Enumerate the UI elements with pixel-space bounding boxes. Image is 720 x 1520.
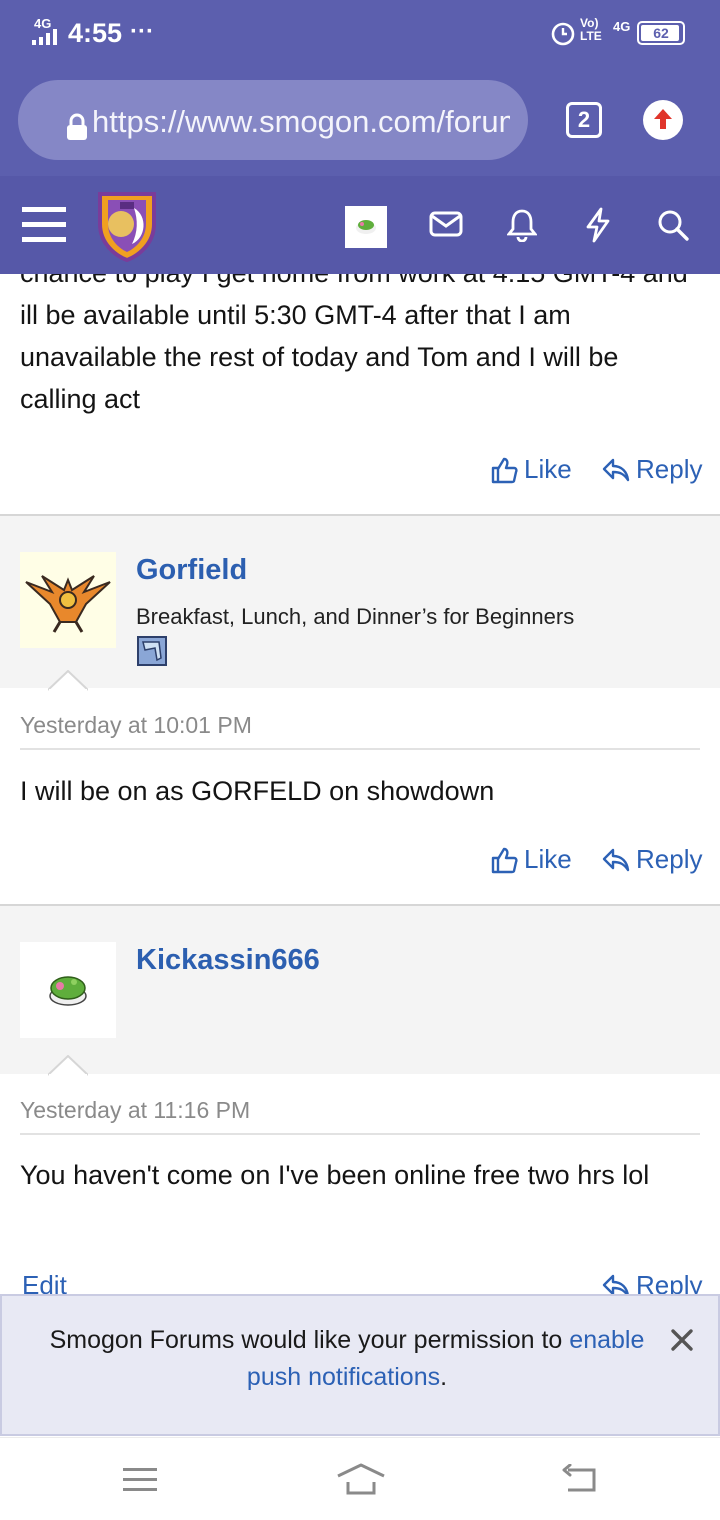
user-avatar[interactable]	[20, 942, 116, 1038]
like-label: Like	[524, 844, 572, 874]
reply-arrow-icon	[602, 458, 630, 481]
back-icon[interactable]	[562, 1464, 598, 1494]
volte-indicator: Vo) LTE	[580, 16, 602, 43]
post-divider	[20, 748, 700, 750]
browser-toolbar: https://www.smogon.com/forums/threads/ 2	[0, 68, 720, 176]
status-bar: 4G 4:55 ··· Vo) LTE 4G 62	[0, 0, 720, 68]
home-icon[interactable]	[336, 1462, 386, 1496]
user-avatar-mini[interactable]	[345, 206, 387, 248]
whats-new-bolt-icon[interactable]	[584, 207, 612, 243]
address-bar[interactable]: https://www.smogon.com/forums/threads/	[18, 80, 528, 160]
post-pointer	[48, 1055, 88, 1077]
recent-apps-icon[interactable]	[123, 1467, 157, 1493]
talonflame-avatar-icon	[25, 575, 111, 633]
post-user-header: Kickassin666	[0, 904, 720, 1074]
search-icon[interactable]	[656, 208, 690, 242]
post-username[interactable]: Gorfield	[136, 554, 247, 587]
shaymin-avatar-icon	[356, 220, 376, 234]
push-notification-message: Smogon Forums would like your permission…	[49, 1326, 645, 1391]
battery-icon: 62	[637, 21, 685, 45]
hamburger-menu-icon[interactable]	[22, 207, 66, 243]
thread-content: chance to play I get home from work at 4…	[0, 274, 720, 1437]
smogon-logo[interactable]	[94, 188, 160, 262]
post-user-header: Gorfield Breakfast, Lunch, and Dinner’s …	[0, 514, 720, 688]
post-body: I will be on as GORFELD on showdown	[20, 776, 495, 806]
tabs-count: 2	[577, 107, 591, 132]
lock-icon	[67, 113, 87, 140]
android-navigation-bar	[0, 1437, 720, 1520]
post-username[interactable]: Kickassin666	[136, 944, 320, 977]
like-button[interactable]: Like	[490, 844, 572, 875]
user-badge-icon	[137, 636, 167, 666]
reply-label: Reply	[636, 844, 703, 874]
update-available-button[interactable]	[643, 100, 683, 140]
signal-icon: 4G	[32, 16, 62, 46]
inbox-icon[interactable]	[429, 211, 463, 239]
reply-button[interactable]: Reply	[602, 454, 702, 485]
reply-arrow-icon	[602, 848, 630, 871]
post-timestamp[interactable]: Yesterday at 10:01 PM	[20, 712, 252, 739]
forum-navbar	[0, 176, 720, 274]
like-button[interactable]: Like	[490, 454, 572, 485]
thumbs-up-icon	[491, 847, 518, 873]
post-divider	[20, 1133, 700, 1135]
arrow-up-icon	[654, 109, 672, 129]
user-avatar[interactable]	[20, 552, 116, 648]
reply-label: Reply	[636, 454, 703, 484]
alerts-bell-icon[interactable]	[507, 208, 537, 242]
more-notifications-dots: ···	[130, 18, 154, 45]
battery-level: 62	[653, 25, 669, 41]
post-body: You haven't come on I've been online fre…	[20, 1160, 650, 1190]
alarm-icon	[551, 22, 575, 46]
network-type-2: 4G	[613, 19, 631, 34]
post-timestamp[interactable]: Yesterday at 11:16 PM	[20, 1097, 250, 1124]
clock: 4:55	[68, 18, 123, 48]
tabs-button[interactable]: 2	[566, 102, 602, 138]
shaymin-avatar-icon	[49, 976, 87, 1006]
close-icon[interactable]	[670, 1328, 694, 1352]
like-label: Like	[524, 454, 572, 484]
thumbs-up-icon	[491, 457, 518, 483]
post-pointer	[48, 670, 88, 692]
post-user-title: Breakfast, Lunch, and Dinner’s for Begin…	[136, 604, 575, 629]
push-notification-banner: Smogon Forums would like your permission…	[0, 1294, 720, 1436]
post-body-partial: chance to play I get home from work at 4…	[20, 274, 688, 414]
reply-button[interactable]: Reply	[602, 844, 702, 875]
url-text: https://www.smogon.com/forums/threads/	[92, 104, 510, 139]
